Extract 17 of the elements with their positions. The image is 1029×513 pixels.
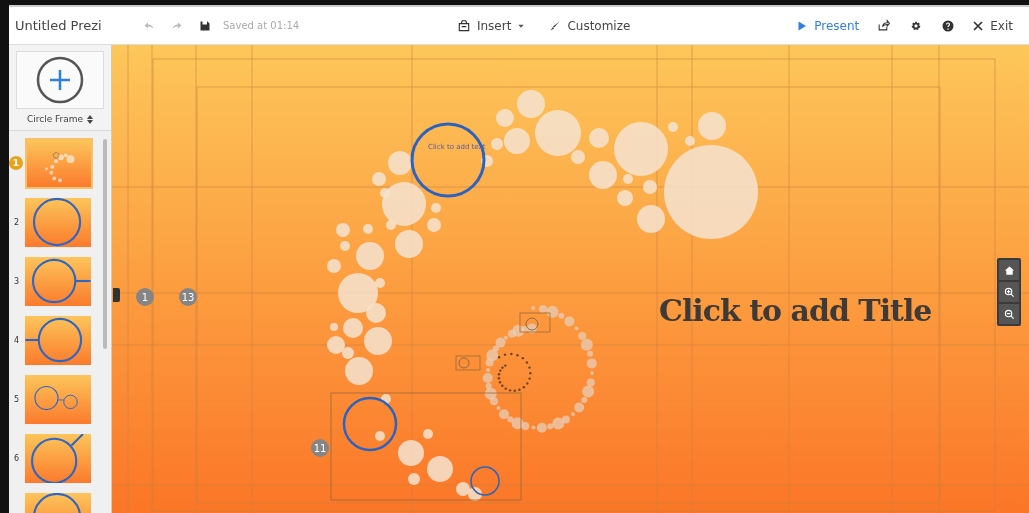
presentation-title[interactable]: Untitled Prezi [15, 18, 135, 33]
canvas-title[interactable]: Click to add Title [659, 293, 932, 328]
insert-button[interactable]: Insert [448, 14, 534, 37]
slide-number: 3 [12, 277, 21, 286]
path-marker[interactable]: 13 [179, 288, 197, 306]
slide-number: 5 [12, 395, 21, 404]
save-status: Saved at 01:14 [223, 20, 300, 31]
slide-number: 6 [12, 454, 21, 463]
slide-number: 1 [9, 156, 23, 170]
slide-number: 2 [12, 218, 21, 227]
slide-number: 4 [12, 336, 21, 345]
path-marker[interactable]: 11 [311, 439, 329, 457]
path-marker[interactable]: 1 [136, 288, 154, 306]
exit-button[interactable]: Exit [964, 14, 1021, 37]
present-button[interactable]: Present [788, 14, 868, 37]
customize-button[interactable]: Customize [541, 14, 639, 37]
frame-type-select[interactable]: Circle Frame [26, 114, 94, 124]
